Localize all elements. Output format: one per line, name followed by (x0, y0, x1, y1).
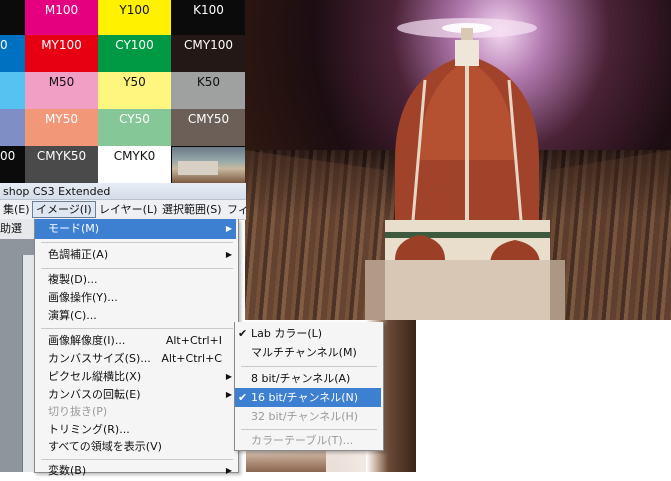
menu-item-calculations[interactable]: 演算(C)... (35, 306, 236, 326)
menu-item-crop[interactable]: 切り抜き(P) (35, 402, 236, 422)
menu-bar: 集(E) イメージ(I) レイヤー(L) 選択範囲(S) フィ (0, 200, 249, 220)
menu-edit[interactable]: 集(E) (0, 202, 33, 217)
color-swatch-chart: M100 Y100 K100 0 MY100 CY100 CMY100 M50 … (0, 0, 246, 183)
triangle-right-icon: ▶ (225, 466, 232, 475)
window-title: shop CS3 Extended (0, 183, 246, 200)
check-icon: ✔ (238, 391, 248, 404)
swatch-my100: MY100 (25, 35, 98, 72)
menu-select[interactable]: 選択範囲(S) (159, 202, 225, 217)
thumbnail-photo (172, 147, 246, 183)
swatch-m50: M50 (25, 72, 98, 109)
menu-layer[interactable]: レイヤー(L) (96, 202, 160, 217)
menu-item-adjustments[interactable]: 色調補正(A) ▶ (35, 245, 236, 265)
swatch-cmy50: CMY50 (171, 109, 246, 146)
check-icon: ✔ (238, 327, 248, 340)
menu-item-image-size[interactable]: 画像解像度(I)... Alt+Ctrl+I (35, 331, 236, 351)
swatch-cm50 (0, 109, 25, 146)
swatch-k100: K100 (171, 0, 246, 35)
mode-submenu: ✔ Lab カラー(L) マルチチャンネル(M) 8 bit/チャンネル(A) ✔… (234, 322, 384, 451)
menu-item-pixel-aspect-ratio[interactable]: ピクセル縦横比(X) ▶ (35, 367, 236, 387)
swatch-my50: MY50 (25, 109, 98, 146)
menu-item-reveal-all[interactable]: すべての領域を表示(V) (35, 437, 236, 457)
submenu-item-16bit[interactable]: ✔ 16 bit/チャンネル(N) (235, 388, 381, 407)
menu-filter[interactable]: フィ (224, 202, 252, 217)
swatch-cy50: CY50 (98, 109, 171, 146)
swatch-cmy100: CMY100 (171, 35, 246, 72)
options-bar-label: 助選択： (0, 219, 37, 255)
menu-item-canvas-size[interactable]: カンバスサイズ(S)... Alt+Ctrl+C (35, 349, 236, 369)
florence-dome-photo (245, 0, 671, 320)
menu-item-duplicate[interactable]: 複製(D)... (35, 270, 236, 290)
menu-image[interactable]: イメージ(I) (32, 201, 96, 218)
swatch-c50 (0, 72, 25, 109)
swatch-m100: M100 (25, 0, 98, 35)
submenu-item-multichannel[interactable]: マルチチャンネル(M) (235, 343, 381, 362)
swatch-y50: Y50 (98, 72, 171, 109)
submenu-item-color-table[interactable]: カラーテーブル(T)... (235, 431, 381, 450)
swatch-k50: K50 (171, 72, 246, 109)
swatch-k-row5: 00 (0, 146, 25, 183)
menu-item-mode[interactable]: モード(M) ▶ (35, 219, 236, 239)
submenu-item-32bit[interactable]: 32 bit/チャンネル(H) (235, 407, 381, 426)
triangle-right-icon: ▶ (225, 250, 232, 259)
menu-item-apply-image[interactable]: 画像操作(Y)... (35, 288, 236, 308)
submenu-item-lab-color[interactable]: ✔ Lab カラー(L) (235, 324, 381, 343)
image-menu: モード(M) ▶ 色調補正(A) ▶ 複製(D)... 画像操作(Y)... 演算(… (34, 219, 239, 477)
swatch-cmyk0: CMYK0 (98, 146, 171, 183)
triangle-right-icon: ▶ (225, 372, 232, 381)
swatch-c100: 0 (0, 35, 25, 72)
triangle-right-icon: ▶ (225, 224, 232, 233)
submenu-item-8bit[interactable]: 8 bit/チャンネル(A) (235, 369, 381, 388)
swatch-cy100: CY100 (98, 35, 171, 72)
swatch-cmyk50: CMYK50 (25, 146, 98, 183)
swatch-y100: Y100 (98, 0, 171, 35)
menu-item-variables[interactable]: 変数(B) ▶ (35, 461, 236, 481)
